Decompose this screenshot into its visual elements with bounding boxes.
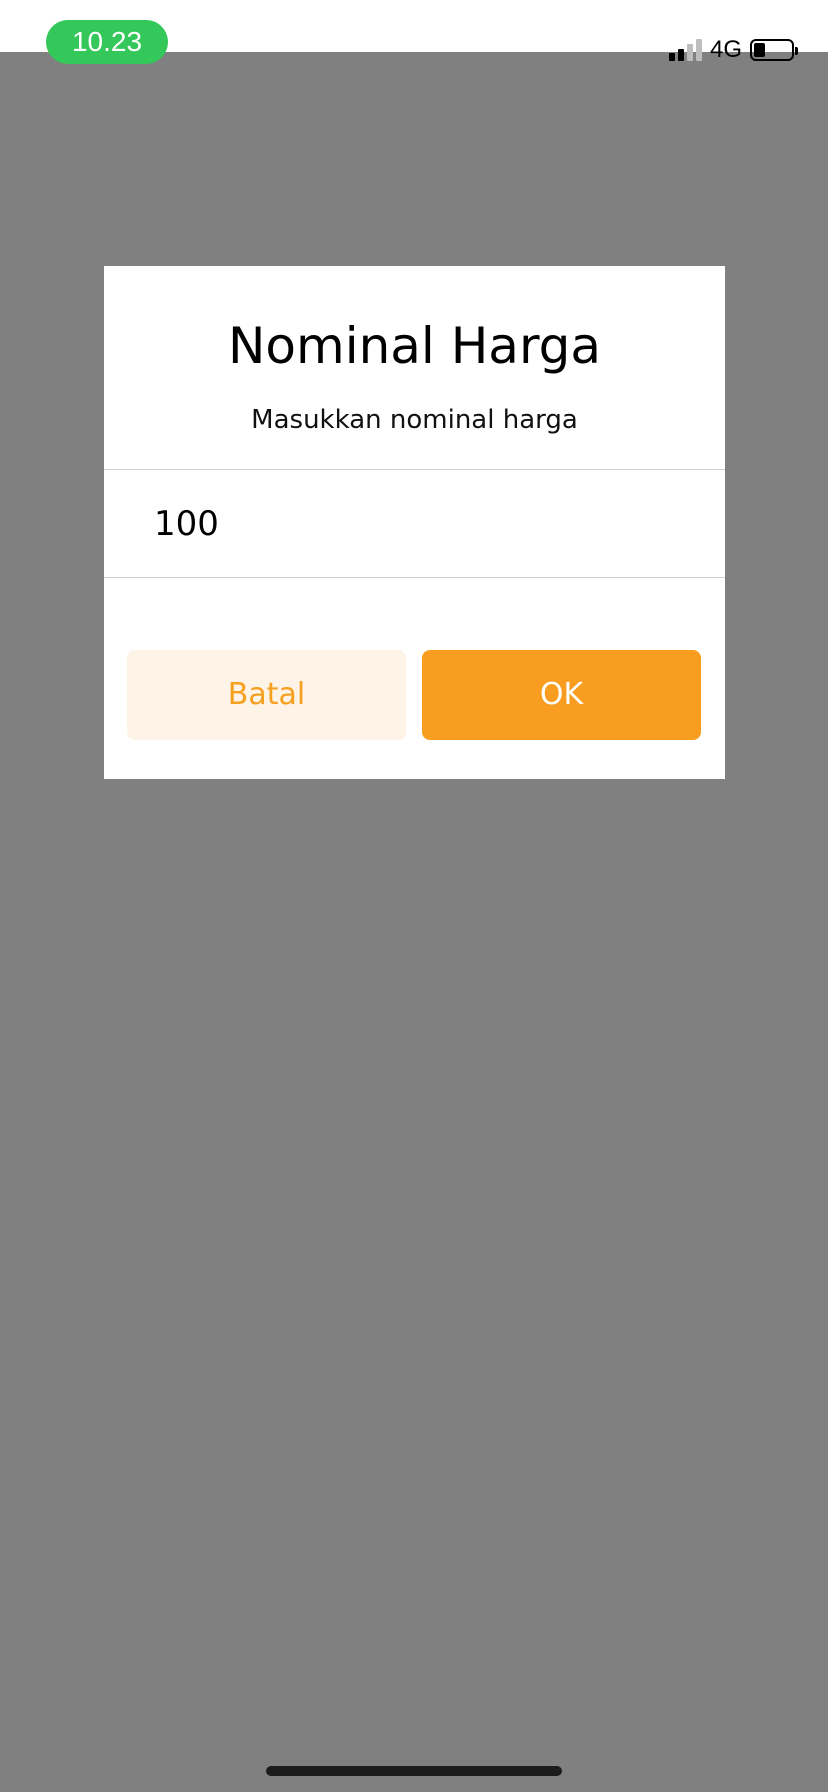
price-dialog: Nominal Harga Masukkan nominal harga Bat…	[104, 266, 725, 779]
home-indicator[interactable]	[266, 1766, 562, 1776]
signal-icon	[668, 39, 702, 61]
status-indicators: 4G	[668, 36, 798, 64]
dialog-subtitle: Masukkan nominal harga	[251, 405, 578, 435]
cancel-button[interactable]: Batal	[127, 650, 406, 740]
network-type: 4G	[709, 36, 742, 63]
price-input[interactable]	[104, 471, 725, 577]
status-time[interactable]: 10.23	[46, 20, 168, 64]
screen: 10.23 4G Nominal Harga Masukkan nominal …	[0, 0, 828, 1792]
divider	[104, 577, 725, 578]
divider	[104, 469, 725, 470]
ok-button[interactable]: OK	[422, 650, 701, 740]
battery-fill	[754, 43, 765, 57]
battery-icon	[750, 39, 798, 61]
dialog-title: Nominal Harga	[228, 317, 601, 375]
